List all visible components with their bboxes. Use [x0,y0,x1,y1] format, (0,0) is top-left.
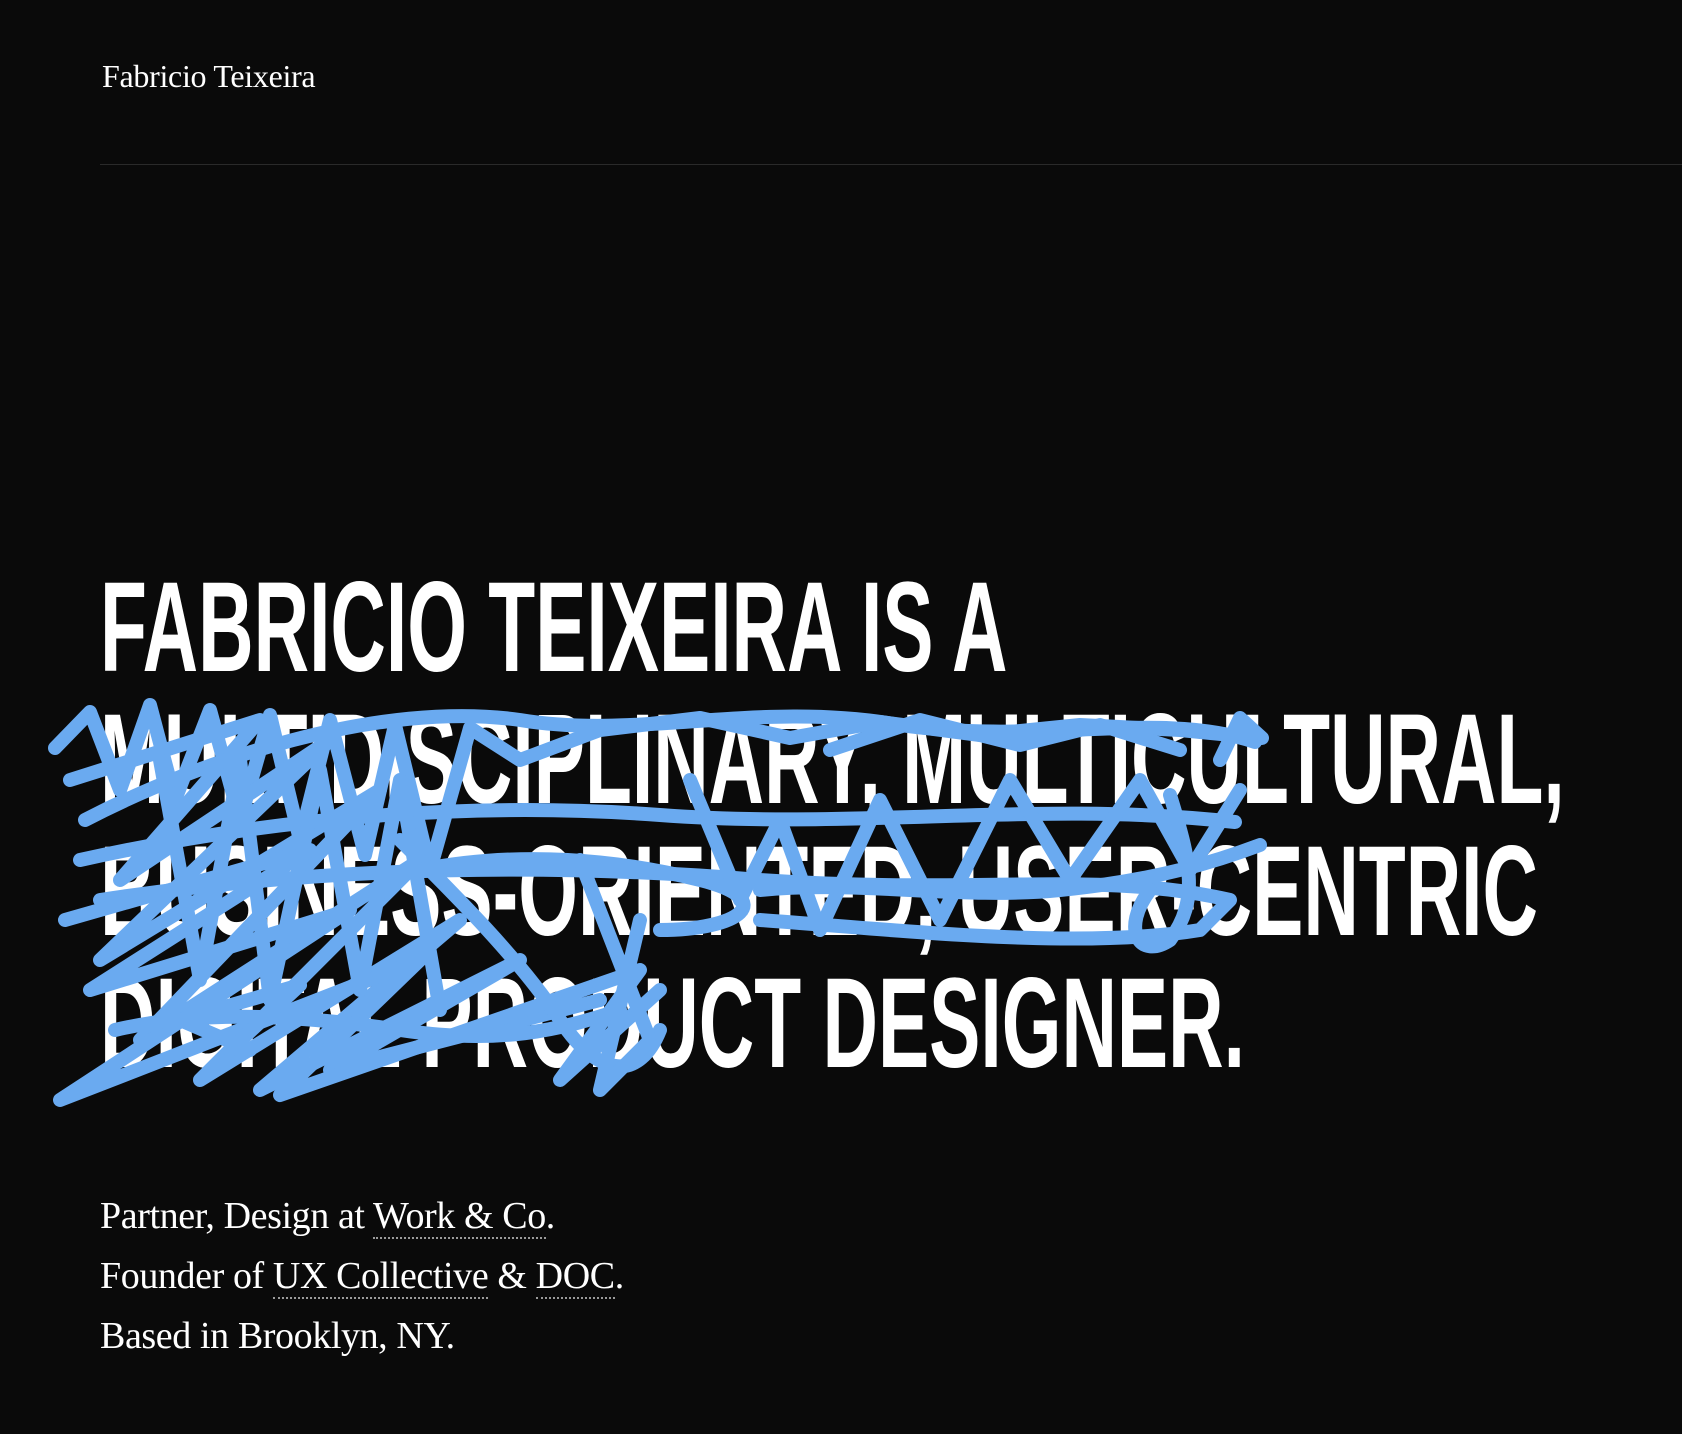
site-name-link[interactable]: Fabricio Teixeira [102,58,316,95]
bio-ampersand: & [488,1255,536,1297]
bio-founder: Founder of UX Collective & DOC. [100,1246,624,1306]
bio: Partner, Design at Work & Co. Founder of… [100,1186,624,1366]
hero-headline: Fabricio Teixeira is a multidisciplinary… [100,556,1565,1095]
hero-line-1: Fabricio Teixeira is a [100,556,1008,699]
bio-role: Partner, Design at Work & Co. [100,1186,624,1246]
doc-link[interactable]: DOC [535,1255,615,1299]
bio-location: Based in Brooklyn, NY. [100,1315,455,1357]
bio-role-prefix: Partner, Design at [100,1195,374,1237]
bio-founder-suffix: . [614,1255,625,1297]
bio-founder-prefix: Founder of [100,1255,273,1297]
hero-line-3: business-oriented, user-centric [100,820,1538,963]
work-and-co-link[interactable]: Work & Co [373,1195,546,1239]
hero-line-2: multidisciplinary, multicultural, [100,688,1565,831]
hero-line-4: digital product designer. [100,952,1245,1095]
ux-collective-link[interactable]: UX Collective [272,1255,489,1299]
bio-role-suffix: . [545,1195,556,1237]
page: Fabricio Teixeira Fabricio Teixeira is a… [0,0,1682,1434]
header-divider [100,164,1682,165]
